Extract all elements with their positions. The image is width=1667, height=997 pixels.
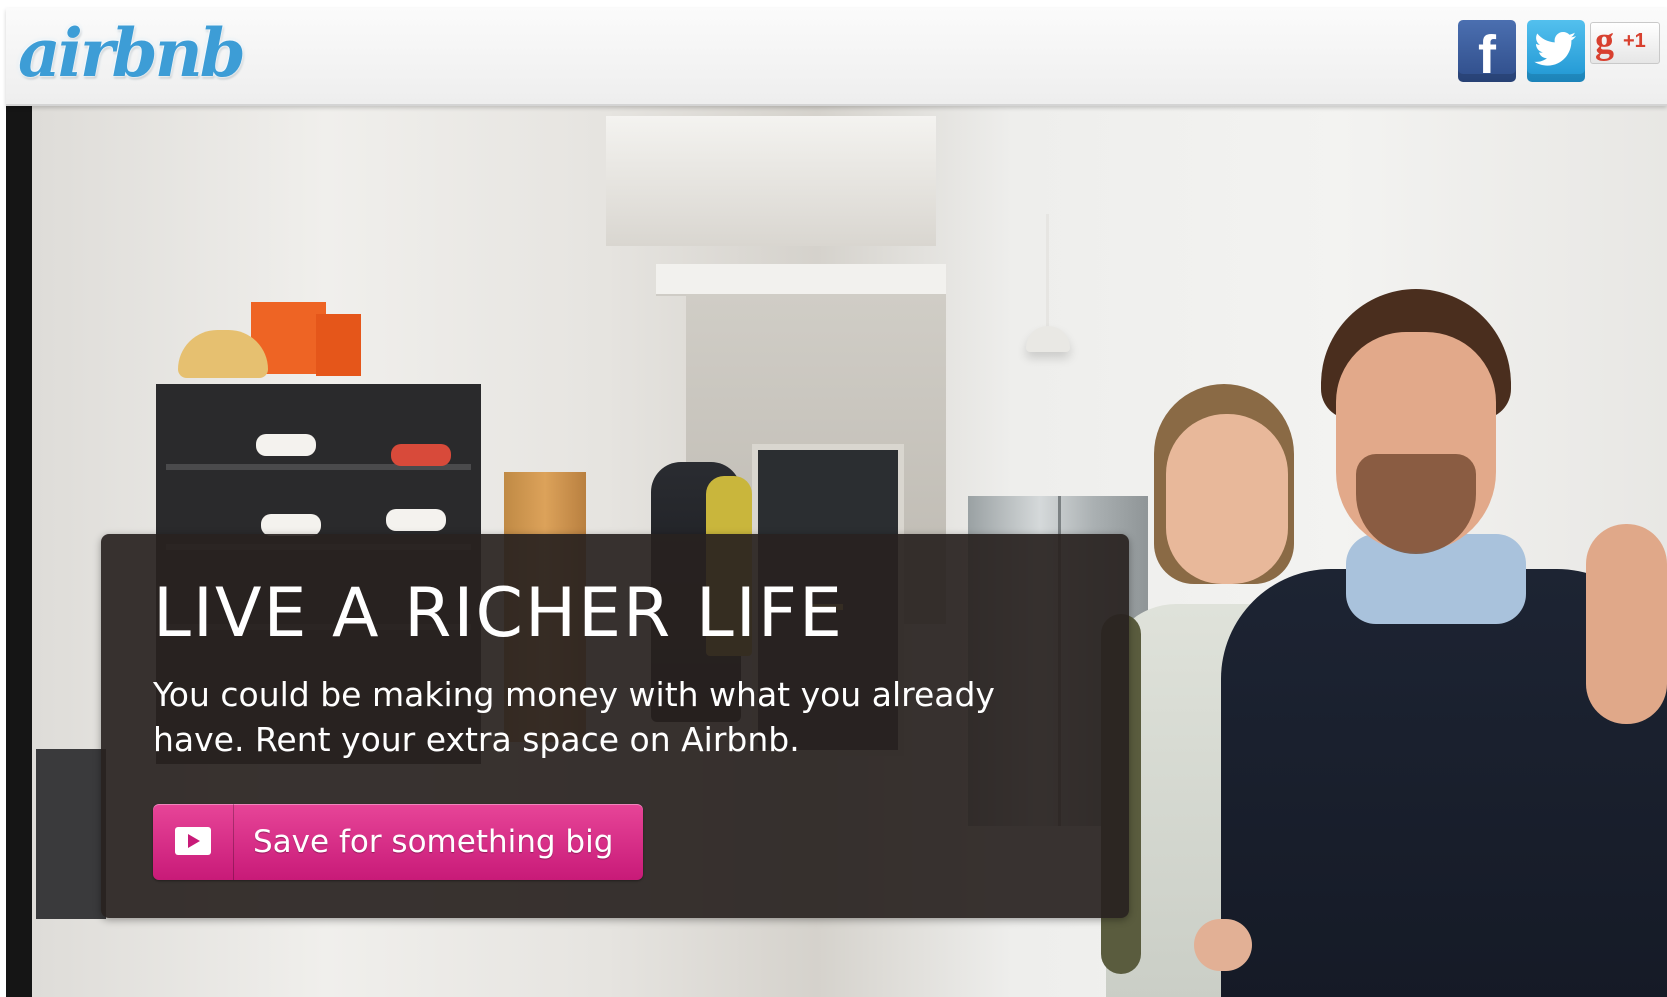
- left-edge-bar: [6, 104, 32, 997]
- facebook-icon[interactable]: f: [1458, 20, 1516, 85]
- facebook-glyph: f: [1478, 25, 1496, 85]
- photo-ceiling: [606, 116, 936, 246]
- photo-orange-box: [316, 314, 361, 376]
- google-glyph: g: [1595, 20, 1614, 62]
- photo-shoe: [391, 444, 451, 466]
- twitter-icon[interactable]: [1527, 20, 1585, 82]
- site-header: airbnb f g +1: [6, 8, 1667, 106]
- hero-description: You could be making money with what you …: [153, 675, 995, 759]
- play-video-icon: [175, 827, 211, 855]
- hero-title: LIVE A RICHER LIFE: [153, 574, 844, 653]
- photo-hand: [1194, 919, 1252, 971]
- save-for-something-big-button[interactable]: Save for something big: [153, 804, 643, 880]
- hero-card: LIVE A RICHER LIFE You could be making m…: [101, 534, 1129, 918]
- google-plus-one-label: +1: [1623, 30, 1646, 52]
- airbnb-logo[interactable]: airbnb: [18, 16, 246, 90]
- photo-lamp-cord: [1046, 214, 1049, 334]
- photo-woman-face: [1166, 414, 1288, 584]
- photo-speaker: [36, 749, 106, 919]
- photo-shoe: [261, 514, 321, 536]
- photo-beam: [656, 264, 946, 296]
- cta-label: Save for something big: [253, 824, 614, 860]
- photo-shoe: [256, 434, 316, 456]
- twitter-bird-icon: [1534, 32, 1576, 66]
- photo-man-arm: [1586, 524, 1667, 724]
- cta-icon-container: [153, 804, 234, 880]
- photo-shoe: [386, 509, 446, 531]
- google-plus-icon[interactable]: g +1: [1590, 20, 1660, 64]
